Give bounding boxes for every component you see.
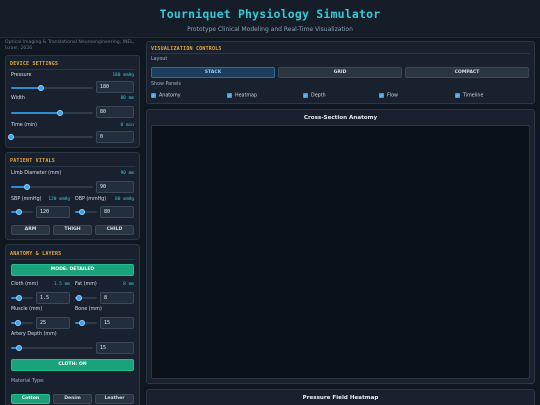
muscle-slider[interactable]	[11, 320, 33, 326]
preset-thigh-button[interactable]: THIGH	[53, 225, 92, 235]
bone-slider[interactable]	[75, 320, 97, 326]
material-leather-button[interactable]: Leather	[95, 394, 134, 404]
limb-diameter-input[interactable]: 90	[96, 181, 134, 193]
width-label: Width	[11, 96, 25, 101]
heatmap-panel: Pressure Field Heatmap	[146, 389, 535, 405]
time-slider[interactable]	[8, 134, 93, 140]
time-label: Time (min)	[11, 123, 38, 128]
width-readout: 80 mm	[120, 96, 134, 101]
fat-input[interactable]: 8	[100, 292, 134, 304]
visualization-controls-title: VISUALIZATION CONTROLS	[151, 46, 222, 52]
artery-depth-slider-thumb[interactable]	[16, 345, 23, 351]
app-header: Tourniquet Physiology Simulator Prototyp…	[0, 0, 540, 38]
preset-arm-button[interactable]: ARM	[11, 225, 50, 235]
dbp-input[interactable]: 80	[100, 206, 134, 218]
bone-input[interactable]: 15	[100, 317, 134, 329]
fat-readout: 8 mm	[123, 282, 134, 287]
check-icon: ✓	[379, 93, 384, 98]
dbp-slider[interactable]	[75, 209, 97, 215]
patient-vitals-title: PATIENT VITALS	[10, 158, 55, 164]
pressure-slider-thumb[interactable]	[37, 85, 44, 91]
layout-compact-button[interactable]: COMPACT	[405, 67, 529, 78]
width-input[interactable]: 80	[96, 106, 134, 118]
limb-diameter-slider-thumb[interactable]	[24, 184, 31, 190]
checkbox-label: Depth	[311, 93, 326, 99]
limb-diameter-readout: 90 mm	[120, 171, 134, 176]
checkbox-label: Anatomy	[159, 93, 181, 99]
patient-vitals-panel: PATIENT VITALS Limb Diameter (mm) 90 mm …	[5, 152, 140, 240]
material-type-label: Material Type:	[11, 379, 45, 384]
cloth-toggle-button[interactable]: CLOTH: ON	[11, 359, 134, 371]
checkbox-label: Heatmap	[235, 93, 258, 99]
mode-detailed-button[interactable]: MODE: DETAILED	[11, 264, 134, 276]
anatomy-layers-panel: ANATOMY & LAYERS MODE: DETAILED Cloth (m…	[5, 244, 140, 405]
heatmap-title: Pressure Field Heatmap	[302, 395, 379, 401]
dbp-label: DBP (mmHg)	[75, 197, 107, 202]
layout-stack-button[interactable]: STACK	[151, 67, 275, 78]
muscle-input[interactable]: 25	[36, 317, 70, 329]
pressure-slider[interactable]	[11, 85, 93, 91]
cloth-label: Cloth (mm)	[11, 282, 39, 287]
show-depth-checkbox[interactable]: ✓ Depth	[303, 93, 326, 99]
pressure-input[interactable]: 180	[96, 81, 134, 93]
bone-slider-thumb[interactable]	[78, 320, 85, 326]
muscle-label: Muscle (mm)	[11, 307, 43, 312]
show-panels-label: Show Panels	[151, 82, 181, 87]
app-title: Tourniquet Physiology Simulator	[159, 7, 381, 21]
limb-diameter-label: Limb Diameter (mm)	[11, 171, 62, 176]
sbp-label: SBP (mmHg)	[11, 197, 42, 202]
artery-depth-slider[interactable]	[11, 345, 93, 351]
app-subtitle: Prototype Clinical Modeling and Real-Tim…	[187, 26, 353, 33]
cloth-input[interactable]: 1.5	[36, 292, 70, 304]
check-icon: ✓	[151, 93, 156, 98]
show-heatmap-checkbox[interactable]: ✓ Heatmap	[227, 93, 257, 99]
anatomy-layers-title: ANATOMY & LAYERS	[10, 251, 62, 257]
sbp-slider[interactable]	[11, 209, 33, 215]
material-denim-button[interactable]: Denim	[53, 394, 92, 404]
layout-grid-button[interactable]: GRID	[278, 67, 402, 78]
muscle-slider-thumb[interactable]	[14, 320, 21, 326]
dbp-slider-thumb[interactable]	[78, 209, 85, 215]
check-icon: ✓	[455, 93, 460, 98]
preset-child-button[interactable]: CHILD	[95, 225, 134, 235]
limb-diameter-slider[interactable]	[11, 184, 93, 190]
width-slider[interactable]	[11, 110, 93, 116]
visualization-controls-panel: VISUALIZATION CONTROLS Layout STACK GRID…	[146, 41, 535, 104]
artery-depth-label: Artery Depth (mm)	[11, 332, 57, 337]
pressure-readout: 180 mmHg	[112, 73, 134, 78]
fat-slider[interactable]	[75, 295, 97, 301]
pressure-label: Pressure	[11, 73, 32, 78]
time-readout: 0 min	[120, 123, 134, 128]
cloth-slider[interactable]	[11, 295, 33, 301]
time-input[interactable]: 0	[96, 131, 134, 143]
time-slider-thumb[interactable]	[8, 134, 14, 140]
check-icon: ✓	[227, 93, 232, 98]
cloth-readout: 1.5 mm	[53, 282, 70, 287]
cross-section-title: Cross-Section Anatomy	[303, 115, 378, 121]
device-settings-panel: DEVICE SETTINGS Pressure 180 mmHg 180 Wi…	[5, 55, 140, 148]
material-cotton-button[interactable]: Cotton	[11, 394, 50, 404]
device-settings-title: DEVICE SETTINGS	[10, 61, 59, 67]
fat-label: Fat (mm)	[75, 282, 97, 287]
width-slider-thumb[interactable]	[57, 110, 64, 116]
bone-label: Bone (mm)	[75, 307, 102, 312]
dbp-readout: 80 mmHg	[115, 197, 134, 202]
show-timeline-checkbox[interactable]: ✓ Timeline	[455, 93, 483, 99]
checkbox-label: Flow	[387, 93, 398, 99]
sbp-readout: 120 mmHg	[48, 197, 70, 202]
checkbox-label: Timeline	[463, 93, 484, 99]
cross-section-panel: Cross-Section Anatomy	[146, 109, 535, 384]
citation-text: Optical Imaging & Translational Neuroeng…	[5, 40, 135, 52]
show-anatomy-checkbox[interactable]: ✓ Anatomy	[151, 93, 181, 99]
layout-label: Layout	[151, 57, 168, 62]
cloth-slider-thumb[interactable]	[15, 295, 22, 301]
show-flow-checkbox[interactable]: ✓ Flow	[379, 93, 398, 99]
cross-section-canvas[interactable]	[151, 125, 530, 379]
sbp-input[interactable]: 120	[36, 206, 70, 218]
check-icon: ✓	[303, 93, 308, 98]
artery-depth-input[interactable]: 15	[96, 342, 134, 354]
fat-slider-thumb[interactable]	[76, 295, 83, 301]
sbp-slider-thumb[interactable]	[15, 209, 22, 215]
